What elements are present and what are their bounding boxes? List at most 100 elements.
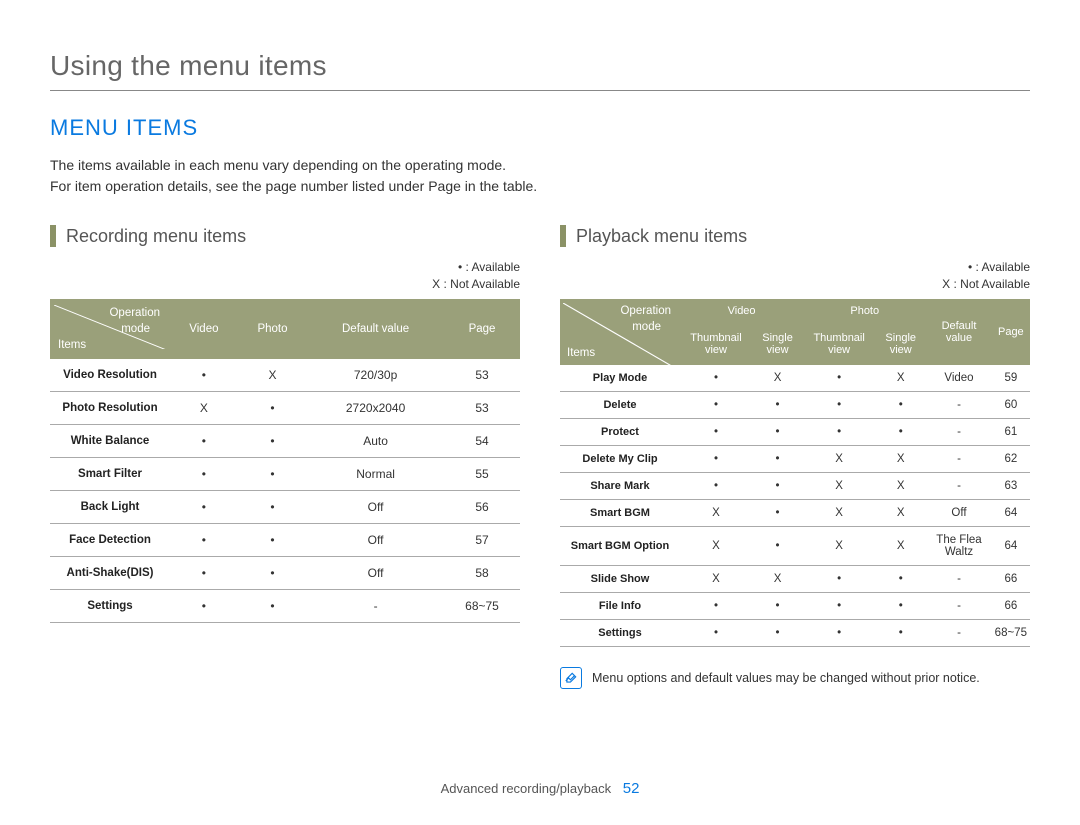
cell-item: Share Mark [560,472,680,499]
cell-default: - [307,589,444,622]
cell-item: Delete My Clip [560,445,680,472]
cell-page: 66 [992,565,1030,592]
cell-video: • [170,424,238,457]
cell-ps: • [875,592,926,619]
cell-default: 720/30p [307,359,444,392]
cell-vs: X [752,565,803,592]
cell-default: Video [926,365,991,392]
table-row: Photo ResolutionX•2720x204053 [50,391,520,424]
cell-ps: X [875,445,926,472]
section-title: MENU ITEMS [50,115,1030,141]
cell-ps: X [875,526,926,565]
cell-vt: • [680,445,752,472]
cell-pt: • [803,391,875,418]
cell-photo: • [238,523,307,556]
cell-ps: • [875,418,926,445]
table-row: Delete My Clip••XX-62 [560,445,1030,472]
cell-item: File Info [560,592,680,619]
cell-default: Off [307,523,444,556]
cell-photo: • [238,457,307,490]
page-footer: Advanced recording/playback 52 [0,780,1080,797]
cell-default: - [926,565,991,592]
legend-recording: • : Available X : Not Available [50,259,520,293]
cell-pt: X [803,472,875,499]
cell-photo: • [238,556,307,589]
cell-default: - [926,592,991,619]
cell-default: The Flea Waltz [926,526,991,565]
cell-page: 68~75 [992,619,1030,646]
table-row: Smart BGM OptionX•XXThe Flea Waltz64 [560,526,1030,565]
horizontal-rule [50,90,1030,91]
cell-item: Protect [560,418,680,445]
table-row: Video Resolution•X720/30p53 [50,359,520,392]
cell-vs: • [752,619,803,646]
cell-vt: • [680,391,752,418]
cell-pt: • [803,418,875,445]
cell-item: Smart Filter [50,457,170,490]
cell-default: - [926,619,991,646]
cell-pt: • [803,619,875,646]
cell-item: Settings [50,589,170,622]
recording-subtitle: Recording menu items [66,226,246,247]
cell-page: 54 [444,424,520,457]
cell-video: • [170,457,238,490]
col-video: Video [170,299,238,359]
cell-vs: • [752,526,803,565]
table-row: Settings••-68~75 [50,589,520,622]
table-row: Back Light••Off56 [50,490,520,523]
legend-available: • : Available [458,260,520,274]
corner-mode: mode [632,321,661,333]
recording-table: Operation mode Items Video Photo Default… [50,299,520,623]
note-row: Menu options and default values may be c… [560,667,1030,689]
page-title: Using the menu items [50,50,1030,82]
footer-text: Advanced recording/playback [441,781,612,796]
cell-ps: X [875,499,926,526]
cell-vs: • [752,499,803,526]
cell-item: White Balance [50,424,170,457]
cell-default: 2720x2040 [307,391,444,424]
cell-vs: • [752,592,803,619]
col-page: Page [992,299,1030,365]
cell-page: 64 [992,526,1030,565]
cell-page: 60 [992,391,1030,418]
cell-pt: • [803,592,875,619]
corner-mode: mode [121,323,150,335]
recording-column: Recording menu items • : Available X : N… [50,225,520,689]
cell-video: • [170,523,238,556]
cell-ps: • [875,619,926,646]
cell-page: 62 [992,445,1030,472]
table-row: Share Mark••XX-63 [560,472,1030,499]
table-row: Settings••••-68~75 [560,619,1030,646]
cell-pt: X [803,445,875,472]
table-row: Slide ShowXX••-66 [560,565,1030,592]
playback-subtitle: Playback menu items [576,226,747,247]
cell-item: Slide Show [560,565,680,592]
cell-vt: • [680,472,752,499]
cell-default: Auto [307,424,444,457]
legend-not-available: X : Not Available [432,277,520,291]
col-photo-single: Single view [875,324,926,365]
cell-default: - [926,391,991,418]
col-video-group: Video [680,299,803,324]
table-row: Protect••••-61 [560,418,1030,445]
cell-page: 61 [992,418,1030,445]
cell-item: Video Resolution [50,359,170,392]
table-row: Anti-Shake(DIS)••Off58 [50,556,520,589]
cell-photo: X [238,359,307,392]
table-row: White Balance••Auto54 [50,424,520,457]
cell-vt: • [680,619,752,646]
col-photo-thumb: Thumbnail view [803,324,875,365]
intro-text: The items available in each menu vary de… [50,155,1030,197]
cell-item: Back Light [50,490,170,523]
cell-page: 64 [992,499,1030,526]
col-photo: Photo [238,299,307,359]
cell-photo: • [238,490,307,523]
cell-page: 55 [444,457,520,490]
cell-default: - [926,418,991,445]
playback-table: Operation mode Items Video Photo Default… [560,299,1030,647]
col-video-thumb: Thumbnail view [680,324,752,365]
cell-pt: X [803,499,875,526]
cell-video: • [170,359,238,392]
cell-pt: • [803,565,875,592]
playback-column: Playback menu items • : Available X : No… [560,225,1030,689]
